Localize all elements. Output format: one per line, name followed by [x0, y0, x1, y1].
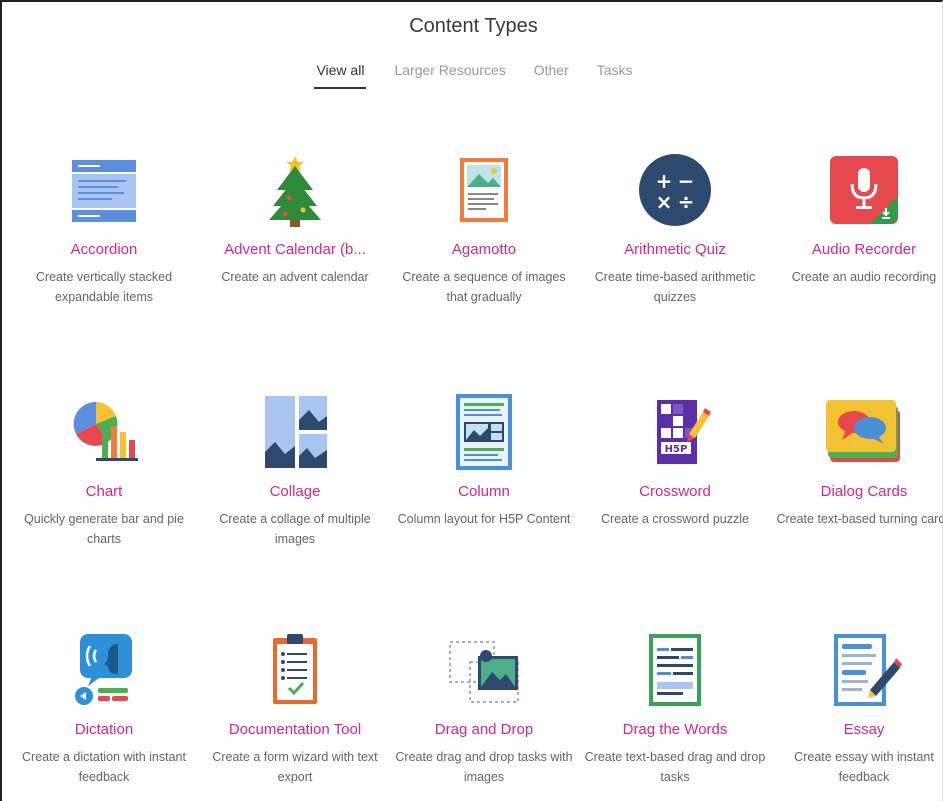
item-name: Drag and Drop	[434, 721, 534, 738]
item-description: Create a collage of multiple images	[219, 512, 371, 546]
item-name: Dialog Cards	[820, 483, 908, 500]
item-description: Create text-based drag and drop tasks	[584, 750, 766, 784]
clipboard-icon	[257, 632, 333, 708]
item-name: Drag the Words	[622, 721, 728, 738]
item-name: Documentation Tool	[228, 721, 362, 738]
arithmetic-icon: + − × ÷	[637, 152, 713, 228]
item-description: Create a sequence of images that gradual…	[402, 270, 566, 304]
tab-view-all[interactable]: View all	[314, 62, 367, 89]
content-type-drag-and-drop[interactable]: Drag and Drop Create drag and drop tasks…	[391, 632, 577, 787]
item-description: Quickly generate bar and pie charts	[24, 512, 184, 546]
item-name: Dictation	[74, 721, 134, 738]
content-type-essay[interactable]: Essay Create essay with instant feedback	[771, 632, 943, 787]
item-description: Create text-based turning cards	[776, 512, 943, 526]
item-description: Create a form wizard with text export	[212, 750, 378, 784]
content-type-advent-calendar[interactable]: Advent Calendar (b... Create an advent c…	[202, 152, 388, 307]
item-name: Essay	[843, 721, 885, 738]
page-title: Content Types	[409, 15, 538, 37]
item-name: Agamotto	[451, 241, 517, 258]
content-type-dialog-cards[interactable]: Dialog Cards Create text-based turning c…	[771, 394, 943, 549]
item-name: Collage	[269, 483, 321, 500]
item-name: Advent Calendar (b...	[224, 241, 366, 258]
picture-sequence-icon	[446, 152, 522, 228]
dictation-icon	[66, 632, 142, 708]
chart-icon	[66, 394, 142, 470]
christmas-tree-icon	[257, 152, 333, 228]
accordion-icon	[66, 152, 142, 228]
svg-text:H5P: H5P	[665, 444, 688, 455]
drag-drop-icon	[446, 632, 522, 708]
content-type-collage[interactable]: Collage Create a collage of multiple ima…	[202, 394, 388, 549]
drag-words-icon	[637, 632, 713, 708]
item-description: Create an advent calendar	[221, 270, 369, 284]
content-type-drag-the-words[interactable]: Drag the Words Create text-based drag an…	[582, 632, 768, 787]
item-name: Audio Recorder	[811, 241, 917, 258]
collage-icon	[257, 394, 333, 470]
tab-tasks[interactable]: Tasks	[597, 62, 633, 89]
tab-larger-resources[interactable]: Larger Resources	[394, 62, 505, 89]
content-types-panel: Content Types View all Larger Resources …	[0, 0, 943, 801]
content-type-chart[interactable]: Chart Quickly generate bar and pie chart…	[11, 394, 197, 549]
column-layout-icon	[446, 394, 522, 470]
content-type-column[interactable]: Column Column layout for H5P Content	[391, 394, 577, 549]
svg-text:×: ×	[656, 190, 673, 214]
content-type-documentation-tool[interactable]: Documentation Tool Create a form wizard …	[202, 632, 388, 787]
content-type-audio-recorder[interactable]: Audio Recorder Create an audio recording	[771, 152, 943, 307]
content-type-dictation[interactable]: Dictation Create a dictation with instan…	[11, 632, 197, 787]
item-description: Create a dictation with instant feedback	[22, 750, 186, 784]
content-type-accordion[interactable]: Accordion Create vertically stacked expa…	[11, 152, 197, 307]
item-name: Accordion	[70, 241, 138, 258]
crossword-icon: H5P	[637, 394, 713, 470]
item-description: Create time-based arithmetic quizzes	[594, 270, 756, 304]
essay-icon	[826, 632, 902, 708]
microphone-icon	[826, 152, 902, 228]
item-description: Column layout for H5P Content	[397, 512, 571, 526]
dialog-cards-icon	[826, 394, 902, 470]
item-description: Create vertically stacked expandable ite…	[35, 270, 173, 304]
content-type-crossword[interactable]: H5P Crossword Create a crossword puzzle	[582, 394, 768, 549]
item-description: Create drag and drop tasks with images	[395, 750, 573, 784]
item-name: Crossword	[639, 483, 711, 500]
item-name: Arithmetic Quiz	[624, 241, 726, 258]
svg-text:÷: ÷	[678, 190, 695, 214]
item-name: Chart	[85, 483, 123, 500]
item-description: Create essay with instant feedback	[794, 750, 934, 784]
content-type-arithmetic-quiz[interactable]: + − × ÷ Arithmetic Quiz Create time-base…	[582, 152, 768, 307]
item-description: Create a crossword puzzle	[601, 512, 749, 526]
item-description: Create an audio recording	[791, 270, 937, 284]
content-type-agamotto[interactable]: Agamotto Create a sequence of images tha…	[391, 152, 577, 307]
item-name: Column	[458, 483, 510, 500]
filter-tabs: View all Larger Resources Other Tasks	[2, 62, 943, 89]
tab-other[interactable]: Other	[534, 62, 569, 89]
